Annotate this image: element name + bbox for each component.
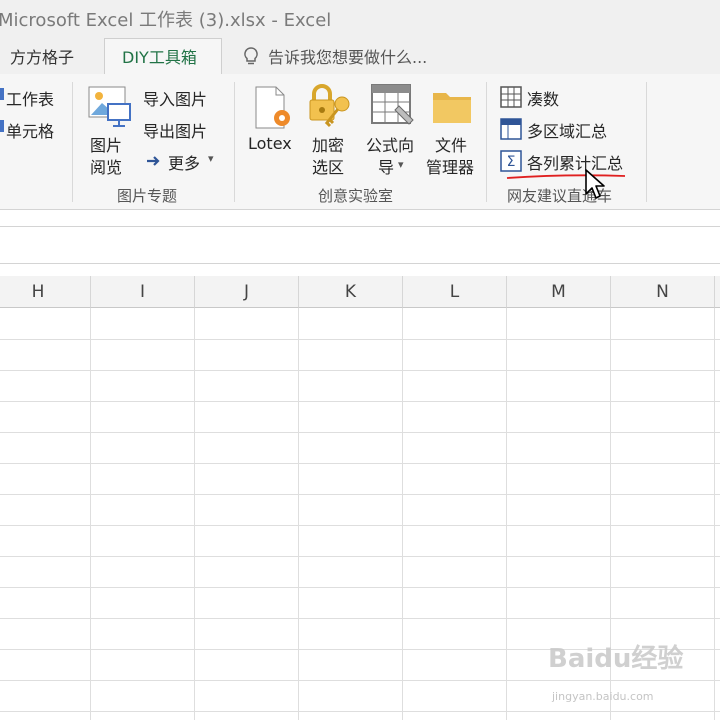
column-header-k[interactable]: K bbox=[299, 276, 403, 308]
svg-text:Σ: Σ bbox=[507, 154, 516, 170]
grid-row-line bbox=[0, 463, 720, 464]
file-manager-button[interactable] bbox=[432, 88, 472, 128]
mouse-cursor-icon bbox=[585, 169, 605, 199]
sigma-icon: Σ bbox=[500, 150, 522, 172]
multi-range-summary-button[interactable]: 多区域汇总 bbox=[527, 118, 607, 142]
grid-column-line bbox=[298, 308, 299, 720]
picture-preview-line1: 图片 bbox=[90, 136, 123, 155]
import-picture-button[interactable]: 导入图片 bbox=[143, 86, 207, 110]
formula-wizard-line2: 导 bbox=[378, 158, 395, 177]
lab-group-label: 创意实验室 bbox=[318, 187, 394, 205]
arrow-right-icon bbox=[147, 156, 160, 166]
grid-numbers-icon bbox=[500, 86, 522, 108]
lock-key-icon bbox=[309, 84, 350, 128]
group-separator bbox=[486, 82, 487, 202]
tell-me-text: 告诉我您想要做什么... bbox=[268, 48, 428, 67]
watermark-logo: Baidu经验 bbox=[548, 644, 684, 674]
more-label: 更多 bbox=[168, 154, 201, 173]
grid-column-line bbox=[194, 308, 195, 720]
dropdown-arrow-icon: ▾ bbox=[208, 152, 214, 165]
encrypt-selection-button[interactable] bbox=[308, 84, 354, 132]
grid-row-line bbox=[0, 680, 720, 681]
make-number-button[interactable]: 凑数 bbox=[527, 86, 559, 110]
grid-row-line bbox=[0, 618, 720, 619]
file-manager-line1: 文件 bbox=[435, 136, 468, 155]
cell-label[interactable]: 单元格 bbox=[6, 118, 54, 142]
column-header-n[interactable]: N bbox=[611, 276, 715, 308]
ribbon: 工作表 单元格 图片 阅览 导入图片 导出图片 更多 ▾ 图片专题 Lotex … bbox=[0, 74, 720, 210]
column-header-partial[interactable] bbox=[715, 276, 720, 308]
export-picture-button[interactable]: 导出图片 bbox=[143, 118, 207, 142]
window-title: Microsoft Excel 工作表 (3).xlsx - Excel bbox=[0, 10, 332, 31]
grid-row-line bbox=[0, 339, 720, 340]
column-header-j[interactable]: J bbox=[195, 276, 299, 308]
lightbulb-icon bbox=[244, 47, 258, 65]
grid-row-line bbox=[0, 494, 720, 495]
picture-group-label: 图片专题 bbox=[117, 187, 178, 205]
title-bar: Microsoft Excel 工作表 (3).xlsx - Excel bbox=[0, 0, 720, 38]
dropdown-arrow-icon: ▾ bbox=[398, 158, 404, 171]
tab-fangfang[interactable]: 方方格子 bbox=[10, 44, 74, 68]
grid-row-line bbox=[0, 556, 720, 557]
column-header-h[interactable]: H bbox=[0, 276, 91, 308]
worksheet-label[interactable]: 工作表 bbox=[6, 86, 54, 110]
grid-column-line bbox=[714, 308, 715, 720]
group-separator bbox=[646, 82, 647, 202]
tab-diy-toolbox-label: DIY工具箱 bbox=[122, 48, 197, 67]
formula-input[interactable] bbox=[0, 227, 720, 263]
column-header-l[interactable]: L bbox=[403, 276, 507, 308]
folder-icon bbox=[433, 93, 471, 123]
picture-preview-button[interactable] bbox=[88, 86, 132, 132]
grid-row-line bbox=[0, 587, 720, 588]
column-header-m[interactable]: M bbox=[507, 276, 611, 308]
picture-icon bbox=[88, 86, 131, 127]
lotex-label: Lotex bbox=[248, 134, 292, 153]
tab-diy-toolbox[interactable]: DIY工具箱 bbox=[104, 38, 222, 75]
annotation-underline bbox=[506, 174, 626, 179]
picture-preview-line2: 阅览 bbox=[90, 158, 123, 177]
grid-row-line bbox=[0, 525, 720, 526]
file-manager-line2: 管理器 bbox=[426, 158, 475, 177]
formula-wizard-button[interactable] bbox=[371, 84, 417, 132]
lotex-icon bbox=[255, 86, 290, 129]
formula-table-icon bbox=[371, 84, 414, 125]
lotex-button[interactable] bbox=[254, 86, 298, 134]
formula-bar-line bbox=[0, 263, 720, 264]
grid-column-line bbox=[402, 308, 403, 720]
grid-row-line bbox=[0, 370, 720, 371]
encrypt-label-line1: 加密 bbox=[312, 136, 345, 155]
grid-column-line bbox=[506, 308, 507, 720]
formula-wizard-line1: 公式向 bbox=[366, 136, 415, 155]
grid-column-line bbox=[90, 308, 91, 720]
grid-row-line bbox=[0, 711, 720, 712]
multi-range-icon bbox=[500, 118, 522, 140]
cell-icon bbox=[0, 120, 4, 132]
group-separator bbox=[72, 82, 73, 202]
encrypt-label-line2: 选区 bbox=[312, 158, 345, 177]
grid-row-line bbox=[0, 432, 720, 433]
worksheet-icon bbox=[0, 88, 4, 100]
watermark-url: jingyan.baidu.com bbox=[552, 690, 654, 703]
column-header-i[interactable]: I bbox=[91, 276, 195, 308]
column-cumulative-summary-button[interactable]: 各列累计汇总 bbox=[527, 150, 623, 174]
grid-row-line bbox=[0, 401, 720, 402]
group-separator bbox=[234, 82, 235, 202]
